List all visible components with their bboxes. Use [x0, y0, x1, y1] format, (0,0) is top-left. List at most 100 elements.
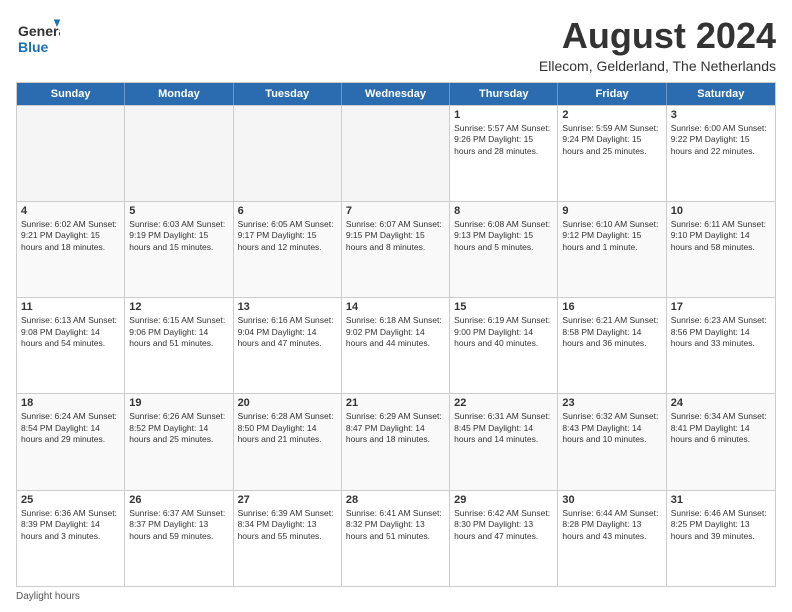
day-number: 4 [21, 205, 120, 217]
day-info: Sunrise: 6:02 AM Sunset: 9:21 PM Dayligh… [21, 219, 120, 253]
day-number: 5 [129, 205, 228, 217]
day-cell-29: 29 Sunrise: 6:42 AM Sunset: 8:30 PM Dayli… [450, 491, 558, 586]
day-cell-7: 7 Sunrise: 6:07 AM Sunset: 9:15 PM Daylig… [342, 202, 450, 297]
day-number: 11 [21, 301, 120, 313]
day-number: 25 [21, 494, 120, 506]
day-cell-23: 23 Sunrise: 6:32 AM Sunset: 8:43 PM Dayli… [558, 394, 666, 489]
day-cell-6: 6 Sunrise: 6:05 AM Sunset: 9:17 PM Daylig… [234, 202, 342, 297]
svg-text:General: General [18, 23, 60, 39]
day-cell-14: 14 Sunrise: 6:18 AM Sunset: 9:02 PM Dayli… [342, 298, 450, 393]
day-info: Sunrise: 6:00 AM Sunset: 9:22 PM Dayligh… [671, 123, 771, 157]
day-number: 16 [562, 301, 661, 313]
empty-cell [342, 106, 450, 201]
empty-cell [17, 106, 125, 201]
week-row-3: 11 Sunrise: 6:13 AM Sunset: 9:08 PM Dayli… [17, 297, 775, 393]
day-number: 3 [671, 109, 771, 121]
day-info: Sunrise: 5:57 AM Sunset: 9:26 PM Dayligh… [454, 123, 553, 157]
title-area: August 2024 Ellecom, Gelderland, The Net… [539, 16, 776, 74]
day-cell-4: 4 Sunrise: 6:02 AM Sunset: 9:21 PM Daylig… [17, 202, 125, 297]
header-day-sunday: Sunday [17, 83, 125, 105]
day-cell-27: 27Sunrise: 6:39 AM Sunset: 8:34 PM Dayli… [234, 491, 342, 586]
day-number: 13 [238, 301, 337, 313]
day-info: Sunrise: 6:31 AM Sunset: 8:45 PM Dayligh… [454, 411, 553, 445]
day-info: Sunrise: 6:18 AM Sunset: 9:02 PM Dayligh… [346, 315, 445, 349]
day-number: 22 [454, 397, 553, 409]
day-number: 6 [238, 205, 337, 217]
logo-svg: General Blue [16, 16, 60, 60]
day-info: Sunrise: 6:21 AM Sunset: 8:58 PM Dayligh… [562, 315, 661, 349]
day-info: Sunrise: 6:10 AM Sunset: 9:12 PM Dayligh… [562, 219, 661, 253]
week-row-1: 1 Sunrise: 5:57 AM Sunset: 9:26 PM Daylig… [17, 105, 775, 201]
empty-cell [234, 106, 342, 201]
day-info: Sunrise: 6:32 AM Sunset: 8:43 PM Dayligh… [562, 411, 661, 445]
day-number: 1 [454, 109, 553, 121]
footer-note: Daylight hours [16, 591, 776, 602]
calendar-body: 1 Sunrise: 5:57 AM Sunset: 9:26 PM Daylig… [17, 105, 775, 586]
day-number: 2 [562, 109, 661, 121]
day-number: 17 [671, 301, 771, 313]
day-number: 28 [346, 494, 445, 506]
day-cell-8: 8Sunrise: 6:08 AM Sunset: 9:13 PM Daylig… [450, 202, 558, 297]
day-cell-25: 25 Sunrise: 6:36 AM Sunset: 8:39 PM Dayli… [17, 491, 125, 586]
day-cell-11: 11 Sunrise: 6:13 AM Sunset: 9:08 PM Dayli… [17, 298, 125, 393]
day-cell-26: 26Sunrise: 6:37 AM Sunset: 8:37 PM Dayli… [125, 491, 233, 586]
day-cell-18: 18 Sunrise: 6:24 AM Sunset: 8:54 PM Dayli… [17, 394, 125, 489]
day-info: Sunrise: 6:26 AM Sunset: 8:52 PM Dayligh… [129, 411, 228, 445]
logo: General Blue [16, 16, 60, 60]
day-number: 7 [346, 205, 445, 217]
day-number: 20 [238, 397, 337, 409]
day-info: Sunrise: 6:37 AM Sunset: 8:37 PM Dayligh… [129, 508, 228, 542]
day-info: Sunrise: 6:39 AM Sunset: 8:34 PM Dayligh… [238, 508, 337, 542]
day-info: Sunrise: 6:28 AM Sunset: 8:50 PM Dayligh… [238, 411, 337, 445]
day-cell-9: 9Sunrise: 6:10 AM Sunset: 9:12 PM Daylig… [558, 202, 666, 297]
calendar: SundayMondayTuesdayWednesdayThursdayFrid… [16, 82, 776, 587]
month-title: August 2024 [539, 16, 776, 56]
day-cell-30: 30Sunrise: 6:44 AM Sunset: 8:28 PM Dayli… [558, 491, 666, 586]
week-row-5: 25 Sunrise: 6:36 AM Sunset: 8:39 PM Dayli… [17, 490, 775, 586]
day-info: Sunrise: 6:19 AM Sunset: 9:00 PM Dayligh… [454, 315, 553, 349]
day-info: Sunrise: 6:13 AM Sunset: 9:08 PM Dayligh… [21, 315, 120, 349]
day-cell-13: 13 Sunrise: 6:16 AM Sunset: 9:04 PM Dayli… [234, 298, 342, 393]
day-cell-31: 31 Sunrise: 6:46 AM Sunset: 8:25 PM Dayli… [667, 491, 775, 586]
day-info: Sunrise: 6:05 AM Sunset: 9:17 PM Dayligh… [238, 219, 337, 253]
day-info: Sunrise: 6:15 AM Sunset: 9:06 PM Dayligh… [129, 315, 228, 349]
page: General Blue August 2024 Ellecom, Gelder… [0, 0, 792, 612]
day-number: 12 [129, 301, 228, 313]
day-info: Sunrise: 6:29 AM Sunset: 8:47 PM Dayligh… [346, 411, 445, 445]
day-info: Sunrise: 6:16 AM Sunset: 9:04 PM Dayligh… [238, 315, 337, 349]
day-cell-19: 19 Sunrise: 6:26 AM Sunset: 8:52 PM Dayli… [125, 394, 233, 489]
day-info: Sunrise: 6:24 AM Sunset: 8:54 PM Dayligh… [21, 411, 120, 445]
day-cell-2: 2Sunrise: 5:59 AM Sunset: 9:24 PM Daylig… [558, 106, 666, 201]
day-number: 30 [562, 494, 661, 506]
day-cell-24: 24 Sunrise: 6:34 AM Sunset: 8:41 PM Dayli… [667, 394, 775, 489]
day-cell-15: 15 Sunrise: 6:19 AM Sunset: 9:00 PM Dayli… [450, 298, 558, 393]
day-cell-28: 28 Sunrise: 6:41 AM Sunset: 8:32 PM Dayli… [342, 491, 450, 586]
subtitle: Ellecom, Gelderland, The Netherlands [539, 58, 776, 74]
day-cell-3: 3 Sunrise: 6:00 AM Sunset: 9:22 PM Daylig… [667, 106, 775, 201]
day-number: 15 [454, 301, 553, 313]
day-cell-10: 10Sunrise: 6:11 AM Sunset: 9:10 PM Dayli… [667, 202, 775, 297]
day-cell-12: 12 Sunrise: 6:15 AM Sunset: 9:06 PM Dayli… [125, 298, 233, 393]
day-cell-20: 20 Sunrise: 6:28 AM Sunset: 8:50 PM Dayli… [234, 394, 342, 489]
header-day-tuesday: Tuesday [234, 83, 342, 105]
day-number: 23 [562, 397, 661, 409]
day-number: 19 [129, 397, 228, 409]
day-info: Sunrise: 6:34 AM Sunset: 8:41 PM Dayligh… [671, 411, 771, 445]
empty-cell [125, 106, 233, 201]
day-info: Sunrise: 6:46 AM Sunset: 8:25 PM Dayligh… [671, 508, 771, 542]
day-info: Sunrise: 6:41 AM Sunset: 8:32 PM Dayligh… [346, 508, 445, 542]
day-number: 21 [346, 397, 445, 409]
day-info: Sunrise: 6:42 AM Sunset: 8:30 PM Dayligh… [454, 508, 553, 542]
day-number: 31 [671, 494, 771, 506]
day-info: Sunrise: 6:07 AM Sunset: 9:15 PM Dayligh… [346, 219, 445, 253]
header: General Blue August 2024 Ellecom, Gelder… [16, 16, 776, 74]
day-number: 18 [21, 397, 120, 409]
day-info: Sunrise: 6:03 AM Sunset: 9:19 PM Dayligh… [129, 219, 228, 253]
svg-text:Blue: Blue [18, 39, 49, 55]
day-cell-21: 21 Sunrise: 6:29 AM Sunset: 8:47 PM Dayli… [342, 394, 450, 489]
day-number: 14 [346, 301, 445, 313]
day-info: Sunrise: 6:36 AM Sunset: 8:39 PM Dayligh… [21, 508, 120, 542]
header-day-thursday: Thursday [450, 83, 558, 105]
day-number: 24 [671, 397, 771, 409]
day-number: 29 [454, 494, 553, 506]
